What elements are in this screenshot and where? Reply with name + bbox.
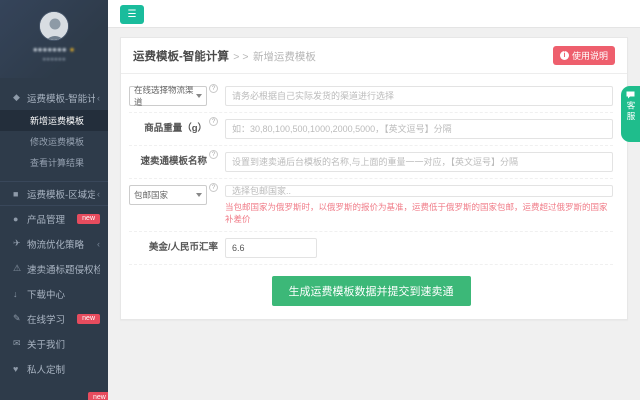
sidebar-item-label: 关于我们	[27, 337, 100, 351]
form-row-template-name: 速卖通模板名称 ?	[129, 146, 613, 179]
sidebar-item-product-management[interactable]: ● 产品管理 new	[0, 206, 108, 231]
content: 运费模板-智能计算 > > 新增运费模板 i 使用说明 在线选择物流渠道	[108, 28, 640, 400]
download-icon: ↓	[13, 289, 27, 299]
sidebar-subitem-label: 查看计算结果	[30, 156, 84, 169]
breadcrumb: 运费模板-智能计算 > > 新增运费模板	[133, 47, 316, 65]
heart-icon: ♥	[13, 364, 27, 374]
form-row-weight: 商品重量（g） ?	[129, 113, 613, 146]
avatar[interactable]	[39, 11, 69, 41]
sidebar-subitem-label: 修改运费模板	[30, 135, 84, 148]
channel-select-wrap: 在线选择物流渠道 ?	[129, 86, 225, 106]
sidebar-item-title-infringement-check[interactable]: ⚠ 速卖通标题侵权检测	[0, 256, 108, 281]
sidebar-toggle-button[interactable]: ☰	[120, 5, 144, 24]
channel-input[interactable]	[225, 86, 613, 106]
free-country-select[interactable]: 包邮国家	[129, 185, 207, 205]
sidebar-item-label: 运费模板-区域定价	[27, 187, 95, 201]
chevron-left-icon: ‹	[97, 189, 100, 199]
service-label: 客服	[625, 101, 636, 122]
usage-instructions-button[interactable]: i 使用说明	[553, 46, 615, 65]
sidebar-item-freight-smart-calc[interactable]: ◆ 运费模板-智能计算 ‹	[0, 85, 108, 110]
card-header: 运费模板-智能计算 > > 新增运费模板 i 使用说明	[121, 38, 627, 74]
free-country-input[interactable]	[225, 185, 613, 197]
exchange-rate-label: 美金/人民币汇率	[149, 238, 218, 258]
generate-submit-button[interactable]: 生成运费模板数据并提交到速卖通	[272, 276, 471, 306]
region-price-icon: ■	[13, 189, 27, 199]
chat-bubble-icon	[626, 91, 635, 99]
logistics-channel-select[interactable]: 在线选择物流渠道	[129, 86, 207, 106]
sidebar-menu: ◆ 运费模板-智能计算 ‹ 新增运费模板 修改运费模板 查看计算结果 ■ 运费模…	[0, 85, 108, 381]
weight-label: 商品重量（g）	[144, 119, 207, 139]
sidebar-subitem-view-results[interactable]: 查看计算结果	[0, 152, 108, 173]
username: ●●●●●●● ★	[0, 45, 108, 54]
caret-down-icon	[196, 94, 202, 98]
sidebar-item-about-us[interactable]: ✉ 关于我们	[0, 331, 108, 356]
chevron-left-icon: ‹	[97, 93, 100, 103]
sidebar-item-private-customization[interactable]: ♥ 私人定制	[0, 356, 108, 381]
sidebar-item-label: 下载中心	[27, 287, 100, 301]
help-icon[interactable]: ?	[209, 84, 218, 93]
sidebar-item-online-learning[interactable]: ✎ 在线学习 new	[0, 306, 108, 331]
help-icon[interactable]: ?	[209, 183, 218, 192]
product-icon: ●	[13, 214, 27, 224]
sidebar-item-label: 产品管理	[27, 212, 73, 226]
user-profile: ●●●●●●● ★ ●●●●●●	[0, 0, 108, 78]
help-icon[interactable]: ?	[209, 150, 218, 159]
template-name-label: 速卖通模板名称	[140, 152, 207, 172]
help-icon[interactable]: ?	[209, 117, 218, 126]
envelope-icon: ✉	[13, 338, 27, 349]
exchange-rate-input[interactable]	[225, 238, 317, 258]
usage-instructions-label: 使用说明	[572, 49, 608, 62]
free-country-field: 当包邮国家为俄罗斯时，以俄罗斯的报价为基准，运费低于俄罗斯的国家包邮，运费超过俄…	[225, 185, 613, 225]
sidebar-item-freight-region-price[interactable]: ■ 运费模板-区域定价 ‹	[0, 181, 108, 206]
plane-icon: ✈	[13, 238, 27, 249]
breadcrumb-current: 新增运费模板	[253, 51, 316, 63]
form-footer: 生成运费模板数据并提交到速卖通	[129, 265, 613, 319]
form-row-free-country: 包邮国家 ? 当包邮国家为俄罗斯时，以俄罗斯的报价为基准，运费低于俄罗斯的国家包…	[129, 179, 613, 232]
sidebar: ●●●●●●● ★ ●●●●●● ◆ 运费模板-智能计算 ‹ 新增运费模板 修改…	[0, 0, 108, 400]
warning-icon: ⚠	[13, 263, 27, 274]
sidebar-item-logistics-strategy[interactable]: ✈ 物流优化策略 ‹	[0, 231, 108, 256]
hamburger-icon: ☰	[128, 9, 137, 20]
new-badge: new	[77, 214, 100, 224]
info-icon: i	[560, 51, 569, 60]
username-text: ●●●●●●●	[33, 45, 67, 54]
sidebar-item-label: 速卖通标题侵权检测	[27, 262, 100, 276]
user-subtitle: ●●●●●●	[0, 56, 108, 63]
sidebar-subitem-new-template[interactable]: 新增运费模板	[0, 110, 108, 131]
sidebar-subitem-edit-template[interactable]: 修改运费模板	[0, 131, 108, 152]
sidebar-item-label: 私人定制	[27, 362, 100, 376]
caret-down-icon	[196, 193, 202, 197]
new-badge: new	[77, 314, 100, 324]
select-value: 包邮国家	[134, 189, 168, 201]
form-row-channel: 在线选择物流渠道 ?	[129, 80, 613, 113]
person-photo	[40, 12, 69, 41]
sidebar-item-label: 在线学习	[27, 312, 73, 326]
shipping-template-form: 在线选择物流渠道 ? 商品重量（g） ?	[121, 74, 627, 319]
chevron-left-icon: ‹	[97, 239, 100, 249]
main-area: ☰ 运费模板-智能计算 > > 新增运费模板 i 使用说明	[108, 0, 640, 400]
form-card: 运费模板-智能计算 > > 新增运费模板 i 使用说明 在线选择物流渠道	[120, 37, 628, 320]
sidebar-item-download-center[interactable]: ↓ 下载中心	[0, 281, 108, 306]
weight-input[interactable]	[225, 119, 613, 139]
sidebar-item-label: 运费模板-智能计算	[27, 91, 95, 105]
weight-label-wrap: 商品重量（g） ?	[129, 119, 225, 139]
exchange-rate-label-wrap: 美金/人民币汇率	[129, 238, 225, 258]
sidebar-item-label: 物流优化策略	[27, 237, 95, 251]
breadcrumb-section: 运费模板-智能计算	[133, 51, 229, 63]
study-icon: ✎	[13, 313, 27, 324]
template-name-label-wrap: 速卖通模板名称 ?	[129, 152, 225, 172]
select-value: 在线选择物流渠道	[134, 84, 196, 108]
vip-badge-icon: ★	[69, 47, 75, 54]
new-badge-partial: new	[88, 392, 108, 400]
topbar: ☰	[108, 0, 640, 28]
breadcrumb-separator: > >	[233, 51, 248, 63]
sidebar-subitem-label: 新增运费模板	[30, 114, 84, 127]
form-row-exchange-rate: 美金/人民币汇率	[129, 232, 613, 265]
template-calc-icon: ◆	[13, 92, 27, 103]
customer-service-tab[interactable]: 客服	[621, 86, 640, 142]
template-name-input[interactable]	[225, 152, 613, 172]
russia-pricing-note: 当包邮国家为俄罗斯时，以俄罗斯的报价为基准，运费低于俄罗斯的国家包邮，运费超过俄…	[225, 201, 613, 225]
free-country-select-wrap: 包邮国家 ?	[129, 185, 225, 205]
